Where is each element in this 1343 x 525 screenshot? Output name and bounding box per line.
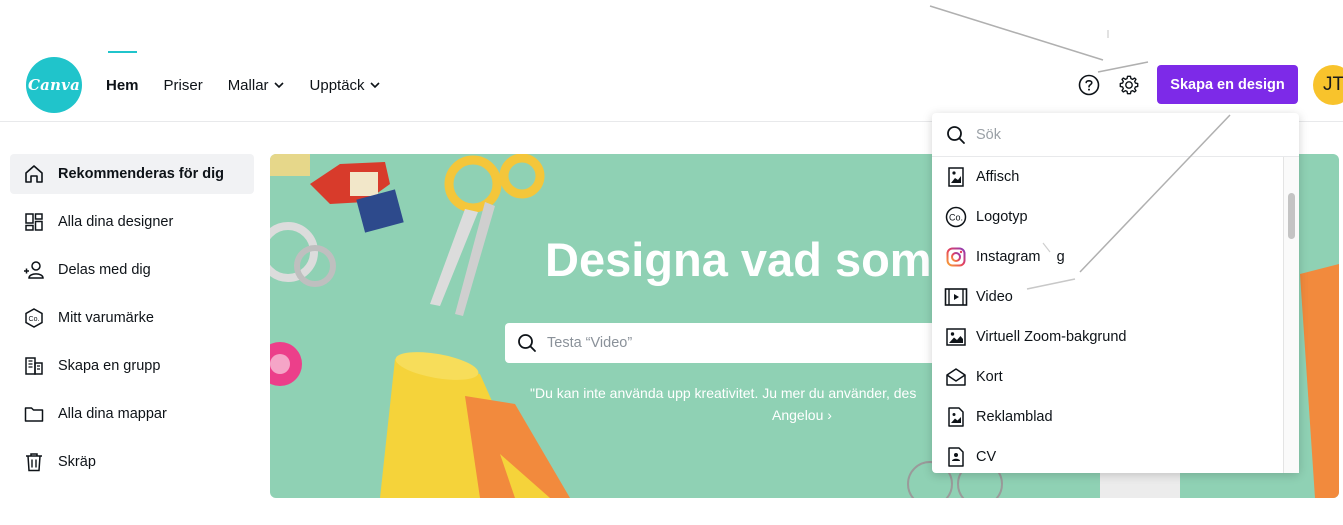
design-type-flyer[interactable]: Reklamblad (932, 397, 1284, 437)
design-type-cv[interactable]: CV (932, 437, 1284, 473)
design-type-label: Video (976, 289, 1013, 305)
hero-quote-line1: "Du kan inte använda upp kreativitet. Ju… (530, 385, 917, 401)
people-add-icon (22, 258, 46, 282)
image-icon (944, 325, 968, 349)
design-type-label: Kort (976, 369, 1003, 385)
design-type-zoom-background[interactable]: Virtuell Zoom-bakgrund (932, 317, 1284, 357)
gear-icon[interactable] (1118, 74, 1140, 96)
dropdown-search-input[interactable] (976, 126, 1276, 143)
dropdown-scrollbar-thumb[interactable] (1288, 193, 1295, 239)
create-design-button[interactable]: Skapa en design (1157, 65, 1298, 104)
design-type-label: Virtuell Zoom-bakgrund (976, 329, 1127, 345)
design-type-label: Affisch (976, 169, 1020, 185)
chevron-down-icon (273, 82, 284, 89)
grid-icon (22, 210, 46, 234)
sidebar-item-label: Rekommenderas för dig (58, 166, 224, 182)
main-nav: Hem Priser Mallar Upptäck (106, 75, 406, 95)
design-type-label: CV (976, 449, 997, 465)
nav-item-hem[interactable]: Hem (106, 77, 139, 94)
nav-item-label: Priser (163, 76, 203, 94)
design-type-card[interactable]: Kort (932, 357, 1284, 397)
design-type-list: Affisch Co. Logotyp Instagram g Video Vi… (932, 157, 1284, 473)
sidebar-item-label: Alla dina designer (58, 214, 174, 230)
sidebar-item-label: Delas med dig (58, 262, 151, 278)
logo-co-icon: Co. (944, 205, 968, 229)
logo-text: Canva (28, 76, 80, 94)
question-circle-icon[interactable] (1078, 74, 1100, 96)
resume-icon (944, 445, 968, 469)
chevron-down-icon (369, 82, 380, 89)
canva-logo[interactable]: Canva (26, 57, 82, 113)
sidebar-item-label: Alla dina mappar (58, 406, 167, 422)
design-type-label: Logotyp (976, 209, 1028, 225)
nav-item-label: Upptäck (309, 76, 365, 94)
sidebar-item-create-team[interactable]: Skapa en grupp (10, 346, 254, 386)
nav-item-label: Mallar (227, 76, 269, 94)
sidebar-item-trash[interactable]: Skräp (10, 442, 254, 482)
building-icon (22, 354, 46, 378)
avatar[interactable]: JT (1313, 65, 1343, 105)
sidebar-item-label: Skräp (58, 454, 96, 470)
hero-title: Designa vad som (545, 233, 932, 286)
create-design-dropdown: Affisch Co. Logotyp Instagram g Video Vi… (932, 113, 1299, 473)
video-icon (944, 285, 968, 309)
flyer-icon (944, 405, 968, 429)
design-type-label: Instagram g (976, 249, 1065, 265)
active-nav-indicator (108, 51, 137, 53)
search-icon (947, 125, 965, 144)
trash-icon (22, 450, 46, 474)
nav-item-upptack[interactable]: Upptäck (310, 77, 381, 94)
sidebar: Rekommenderas för dig Alla dina designer… (10, 154, 254, 490)
sidebar-item-recommended[interactable]: Rekommenderas för dig (10, 154, 254, 194)
hero-quote-author-link[interactable]: Angelou › (772, 404, 832, 426)
nav-item-mallar[interactable]: Mallar (228, 77, 285, 94)
nav-item-label: Hem (106, 76, 139, 94)
sidebar-item-label: Skapa en grupp (58, 358, 161, 374)
sidebar-item-shared[interactable]: Delas med dig (10, 250, 254, 290)
svg-text:Co.: Co. (29, 316, 40, 323)
folder-icon (22, 402, 46, 426)
top-bar: Canva Hem Priser Mallar Upptäck Skapa en… (0, 0, 1343, 122)
design-type-poster[interactable]: Affisch (932, 157, 1284, 197)
svg-text:Co.: Co. (949, 213, 963, 223)
card-envelope-icon (944, 365, 968, 389)
home-icon (22, 162, 46, 186)
design-type-label: Reklamblad (976, 409, 1053, 425)
sidebar-item-brand[interactable]: Co. Mitt varumärke (10, 298, 254, 338)
dropdown-search-box[interactable] (932, 113, 1299, 157)
avatar-initials: JT (1323, 74, 1343, 95)
design-type-video[interactable]: Video (932, 277, 1284, 317)
sidebar-item-folders[interactable]: Alla dina mappar (10, 394, 254, 434)
brand-badge-icon: Co. (22, 306, 46, 330)
poster-icon (944, 165, 968, 189)
instagram-icon (944, 245, 968, 269)
sidebar-item-label: Mitt varumärke (58, 310, 154, 326)
search-icon (518, 334, 536, 352)
design-type-logo[interactable]: Co. Logotyp (932, 197, 1284, 237)
dropdown-scrollbar[interactable] (1283, 157, 1299, 473)
sidebar-item-all-designs[interactable]: Alla dina designer (10, 202, 254, 242)
design-type-instagram[interactable]: Instagram g (932, 237, 1284, 277)
nav-item-priser[interactable]: Priser (164, 77, 203, 94)
